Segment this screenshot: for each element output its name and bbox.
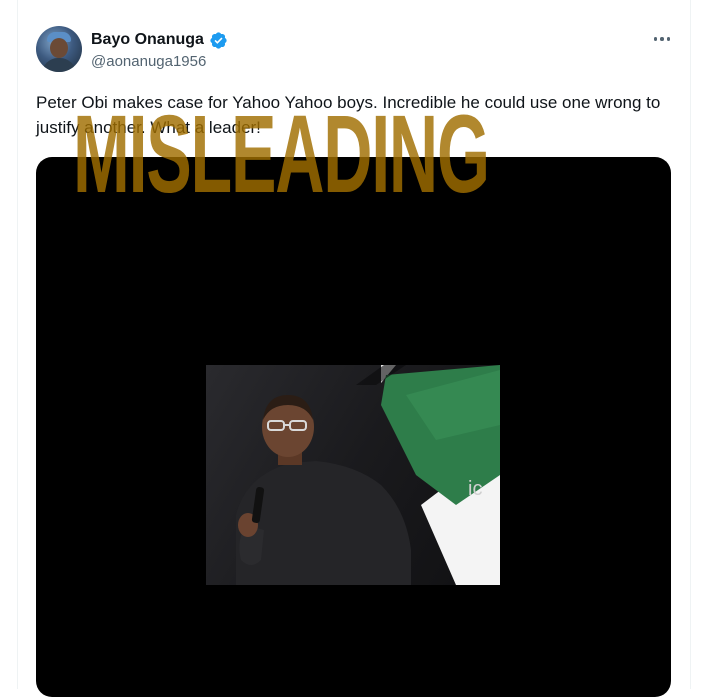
verified-badge-icon	[209, 31, 228, 50]
svg-text:ic: ic	[468, 478, 482, 500]
speaker-scene-image: ic	[236, 365, 500, 585]
display-name[interactable]: Bayo Onanuga	[91, 31, 204, 49]
user-handle[interactable]: @aonanuga1956	[91, 53, 206, 70]
avatar-body-shape	[42, 58, 76, 72]
tweet-card[interactable]: Bayo Onanuga @aonanuga1956 Peter Obi mak…	[17, 0, 691, 697]
more-dot-icon	[660, 37, 664, 41]
more-dot-icon	[653, 37, 658, 41]
name-row: Bayo Onanuga	[91, 30, 228, 50]
video-frame: ic	[206, 365, 500, 585]
more-dot-icon	[666, 37, 671, 41]
tweet-text: Peter Obi makes case for Yahoo Yahoo boy…	[36, 93, 661, 137]
avatar-head-shape	[50, 38, 68, 58]
user-avatar[interactable]	[36, 26, 82, 72]
video-media[interactable]: ic	[36, 157, 671, 697]
more-options-button[interactable]	[650, 28, 674, 50]
